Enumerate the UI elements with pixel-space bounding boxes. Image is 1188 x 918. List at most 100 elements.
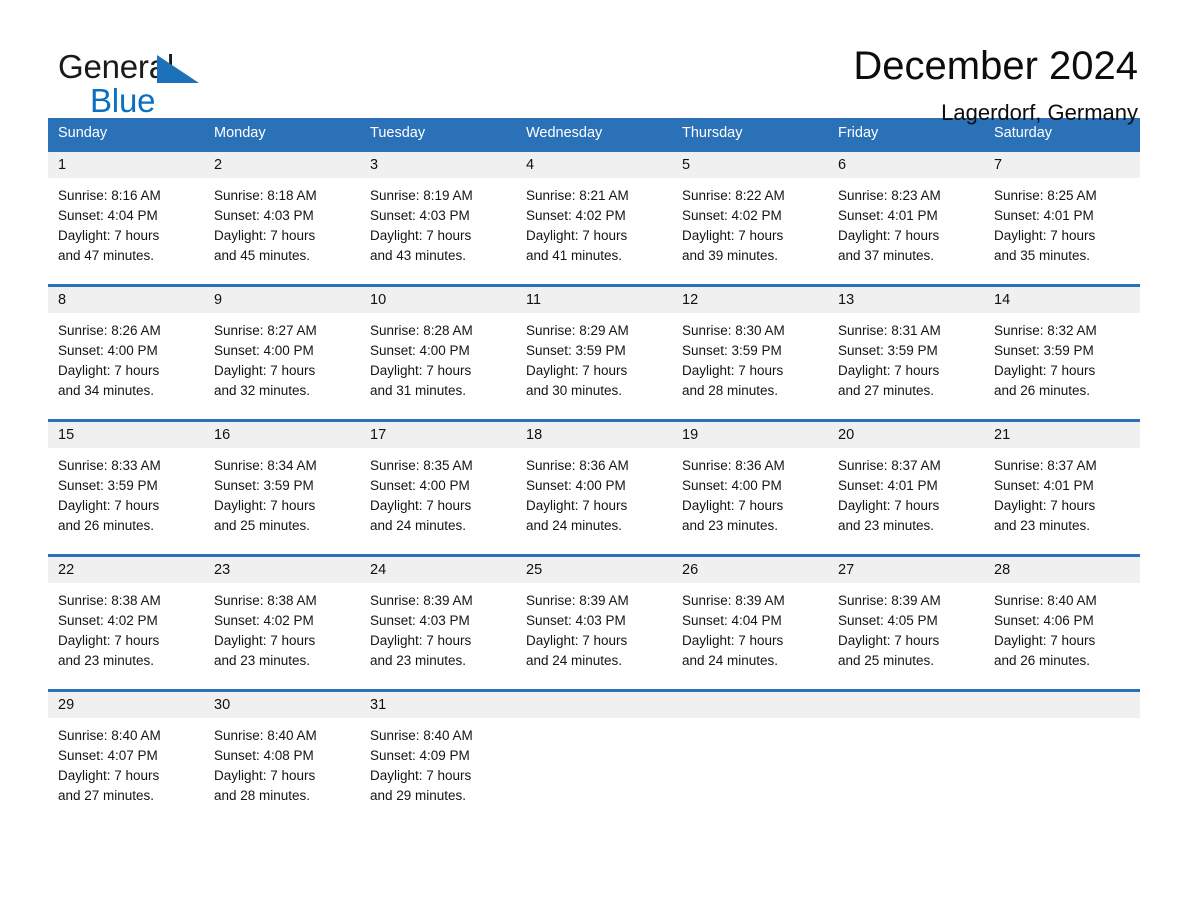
daylight-text-line2: and 31 minutes. [370, 383, 467, 398]
daylight-text-line1: Daylight: 7 hours [58, 768, 160, 783]
week-cells: 8 Sunrise: 8:26 AM Sunset: 4:00 PM Daylight… [48, 287, 1140, 419]
sunrise-text: Sunrise: 8:33 AM [58, 458, 161, 473]
day-number: 26 [672, 557, 828, 583]
sunset-text: Sunset: 3:59 PM [838, 343, 938, 358]
day-cell[interactable]: 30 Sunrise: 8:40 AM Sunset: 4:08 PM Dayligh… [204, 692, 360, 824]
day-cell-empty [984, 692, 1140, 824]
location-subtitle: Lagerdorf, Germany [941, 100, 1138, 125]
day-number: 27 [828, 557, 984, 583]
day-number: 30 [204, 692, 360, 718]
day-number: 18 [516, 422, 672, 448]
general-blue-logo[interactable]: General Blue [58, 48, 318, 120]
day-details: Sunrise: 8:27 AM Sunset: 4:00 PM Daylight:… [204, 313, 360, 401]
day-cell[interactable]: 25 Sunrise: 8:39 AM Sunset: 4:03 PM Dayligh… [516, 557, 672, 689]
calendar-week-row: 1 Sunrise: 8:16 AM Sunset: 4:04 PM Daylight… [48, 149, 1140, 284]
sunrise-text: Sunrise: 8:40 AM [58, 728, 161, 743]
day-cell[interactable]: 24 Sunrise: 8:39 AM Sunset: 4:03 PM Dayligh… [360, 557, 516, 689]
day-number: 4 [516, 152, 672, 178]
day-details: Sunrise: 8:22 AM Sunset: 4:02 PM Daylight:… [672, 178, 828, 266]
day-cell[interactable]: 27 Sunrise: 8:39 AM Sunset: 4:05 PM Dayligh… [828, 557, 984, 689]
day-cell[interactable]: 8 Sunrise: 8:26 AM Sunset: 4:00 PM Daylight… [48, 287, 204, 419]
day-cell[interactable]: 28 Sunrise: 8:40 AM Sunset: 4:06 PM Dayligh… [984, 557, 1140, 689]
day-cell[interactable]: 26 Sunrise: 8:39 AM Sunset: 4:04 PM Dayligh… [672, 557, 828, 689]
day-cell[interactable]: 23 Sunrise: 8:38 AM Sunset: 4:02 PM Dayligh… [204, 557, 360, 689]
daylight-text-line1: Daylight: 7 hours [370, 363, 472, 378]
daylight-text-line1: Daylight: 7 hours [214, 228, 316, 243]
daylight-text-line2: and 26 minutes. [994, 383, 1091, 398]
day-cell[interactable]: 14 Sunrise: 8:32 AM Sunset: 3:59 PM Dayligh… [984, 287, 1140, 419]
daylight-text-line2: and 39 minutes. [682, 248, 779, 263]
day-number [828, 692, 984, 718]
sunset-text: Sunset: 4:03 PM [214, 208, 314, 223]
daylight-text-line2: and 32 minutes. [214, 383, 311, 398]
day-cell[interactable]: 4 Sunrise: 8:21 AM Sunset: 4:02 PM Daylight… [516, 152, 672, 284]
day-cell[interactable]: 9 Sunrise: 8:27 AM Sunset: 4:00 PM Daylight… [204, 287, 360, 419]
sunset-text: Sunset: 4:04 PM [58, 208, 158, 223]
day-cell[interactable]: 31 Sunrise: 8:40 AM Sunset: 4:09 PM Dayligh… [360, 692, 516, 824]
calendar-weeks: 1 Sunrise: 8:16 AM Sunset: 4:04 PM Daylight… [48, 149, 1140, 824]
day-cell[interactable]: 11 Sunrise: 8:29 AM Sunset: 3:59 PM Dayligh… [516, 287, 672, 419]
sunset-text: Sunset: 4:01 PM [838, 478, 938, 493]
day-cell[interactable]: 5 Sunrise: 8:22 AM Sunset: 4:02 PM Daylight… [672, 152, 828, 284]
day-cell[interactable]: 15 Sunrise: 8:33 AM Sunset: 3:59 PM Dayligh… [48, 422, 204, 554]
sunrise-text: Sunrise: 8:22 AM [682, 188, 785, 203]
daylight-text-line1: Daylight: 7 hours [214, 768, 316, 783]
day-cell[interactable]: 13 Sunrise: 8:31 AM Sunset: 3:59 PM Dayligh… [828, 287, 984, 419]
day-number: 2 [204, 152, 360, 178]
sunrise-text: Sunrise: 8:37 AM [838, 458, 941, 473]
calendar-page: General Blue December 2024 Lagerdorf, Ge… [0, 0, 1188, 918]
day-cell[interactable]: 22 Sunrise: 8:38 AM Sunset: 4:02 PM Dayligh… [48, 557, 204, 689]
sunrise-text: Sunrise: 8:28 AM [370, 323, 473, 338]
day-cell[interactable]: 2 Sunrise: 8:18 AM Sunset: 4:03 PM Daylight… [204, 152, 360, 284]
day-details: Sunrise: 8:40 AM Sunset: 4:08 PM Daylight:… [204, 718, 360, 806]
day-details: Sunrise: 8:38 AM Sunset: 4:02 PM Daylight:… [48, 583, 204, 671]
sunset-text: Sunset: 4:00 PM [526, 478, 626, 493]
day-cell[interactable]: 12 Sunrise: 8:30 AM Sunset: 3:59 PM Dayligh… [672, 287, 828, 419]
sunrise-text: Sunrise: 8:39 AM [370, 593, 473, 608]
day-details: Sunrise: 8:39 AM Sunset: 4:04 PM Daylight:… [672, 583, 828, 671]
sunrise-text: Sunrise: 8:29 AM [526, 323, 629, 338]
daylight-text-line1: Daylight: 7 hours [994, 363, 1096, 378]
daylight-text-line2: and 27 minutes. [58, 788, 155, 803]
day-details: Sunrise: 8:39 AM Sunset: 4:05 PM Daylight:… [828, 583, 984, 671]
day-cell[interactable]: 3 Sunrise: 8:19 AM Sunset: 4:03 PM Daylight… [360, 152, 516, 284]
day-number: 17 [360, 422, 516, 448]
daylight-text-line2: and 24 minutes. [370, 518, 467, 533]
week-cells: 29 Sunrise: 8:40 AM Sunset: 4:07 PM Dayligh… [48, 692, 1140, 824]
daylight-text-line2: and 27 minutes. [838, 383, 935, 398]
day-number: 11 [516, 287, 672, 313]
daylight-text-line1: Daylight: 7 hours [682, 498, 784, 513]
daylight-text-line1: Daylight: 7 hours [370, 228, 472, 243]
day-cell[interactable]: 29 Sunrise: 8:40 AM Sunset: 4:07 PM Dayligh… [48, 692, 204, 824]
day-cell[interactable]: 20 Sunrise: 8:37 AM Sunset: 4:01 PM Dayligh… [828, 422, 984, 554]
daylight-text-line2: and 25 minutes. [838, 653, 935, 668]
sunrise-text: Sunrise: 8:34 AM [214, 458, 317, 473]
day-cell[interactable]: 6 Sunrise: 8:23 AM Sunset: 4:01 PM Daylight… [828, 152, 984, 284]
day-cell[interactable]: 21 Sunrise: 8:37 AM Sunset: 4:01 PM Dayligh… [984, 422, 1140, 554]
day-cell[interactable]: 7 Sunrise: 8:25 AM Sunset: 4:01 PM Daylight… [984, 152, 1140, 284]
sunset-text: Sunset: 3:59 PM [682, 343, 782, 358]
day-number: 7 [984, 152, 1140, 178]
day-cell[interactable]: 1 Sunrise: 8:16 AM Sunset: 4:04 PM Daylight… [48, 152, 204, 284]
day-number: 8 [48, 287, 204, 313]
daylight-text-line1: Daylight: 7 hours [58, 633, 160, 648]
daylight-text-line2: and 23 minutes. [58, 653, 155, 668]
day-cell[interactable]: 19 Sunrise: 8:36 AM Sunset: 4:00 PM Dayligh… [672, 422, 828, 554]
day-cell[interactable]: 10 Sunrise: 8:28 AM Sunset: 4:00 PM Dayligh… [360, 287, 516, 419]
day-number: 31 [360, 692, 516, 718]
daylight-text-line1: Daylight: 7 hours [682, 633, 784, 648]
sunrise-text: Sunrise: 8:40 AM [370, 728, 473, 743]
sunset-text: Sunset: 4:02 PM [526, 208, 626, 223]
daylight-text-line2: and 28 minutes. [214, 788, 311, 803]
sunset-text: Sunset: 3:59 PM [526, 343, 626, 358]
sunrise-text: Sunrise: 8:19 AM [370, 188, 473, 203]
day-cell[interactable]: 16 Sunrise: 8:34 AM Sunset: 3:59 PM Dayligh… [204, 422, 360, 554]
daylight-text-line2: and 29 minutes. [370, 788, 467, 803]
sunrise-text: Sunrise: 8:30 AM [682, 323, 785, 338]
sunset-text: Sunset: 4:00 PM [370, 343, 470, 358]
day-cell[interactable]: 18 Sunrise: 8:36 AM Sunset: 4:00 PM Dayligh… [516, 422, 672, 554]
day-number: 23 [204, 557, 360, 583]
daylight-text-line2: and 24 minutes. [526, 653, 623, 668]
day-details: Sunrise: 8:18 AM Sunset: 4:03 PM Daylight:… [204, 178, 360, 266]
day-cell[interactable]: 17 Sunrise: 8:35 AM Sunset: 4:00 PM Dayligh… [360, 422, 516, 554]
